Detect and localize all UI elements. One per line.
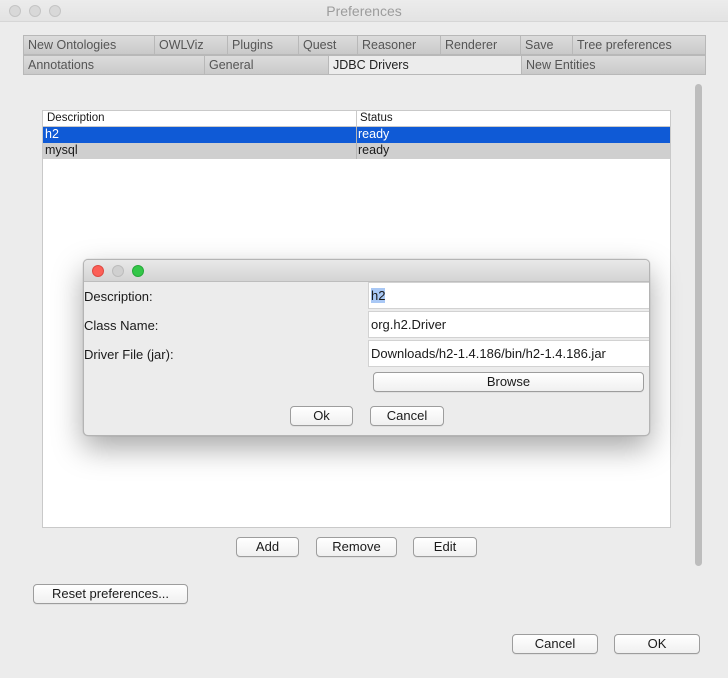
dialog-ok-button[interactable]: Ok <box>290 406 353 426</box>
driver-file-value: Downloads/h2-1.4.186/bin/h2-1.4.186.jar <box>371 346 606 361</box>
reset-preferences-button[interactable]: Reset preferences... <box>33 584 188 604</box>
column-separator <box>356 143 357 159</box>
panel-scrollbar-thumb[interactable] <box>695 84 702 566</box>
ok-button[interactable]: OK <box>614 634 700 654</box>
dialog-close-icon[interactable] <box>92 265 104 277</box>
edit-driver-dialog: Description: h2 Class Name: org.h2.Drive… <box>83 259 650 436</box>
class-name-value: org.h2.Driver <box>371 317 447 332</box>
driver-status-cell: ready <box>358 127 390 141</box>
tab-renderer[interactable]: Renderer <box>440 35 520 55</box>
dialog-minimize-icon[interactable] <box>112 265 124 277</box>
description-value: h2 <box>371 288 386 303</box>
edit-driver-button[interactable]: Edit <box>413 537 477 557</box>
tab-jdbc-drivers[interactable]: JDBC Drivers <box>328 55 521 75</box>
driver-description-cell: h2 <box>45 127 59 141</box>
header-separator <box>356 111 357 127</box>
tab-quest[interactable]: Quest <box>298 35 357 55</box>
window-title: Preferences <box>326 3 402 19</box>
add-driver-button[interactable]: Add <box>236 537 299 557</box>
tab-new-entities[interactable]: New Entities <box>521 55 706 75</box>
table-row[interactable]: mysql ready <box>43 143 670 159</box>
table-header: Description Status <box>43 111 670 127</box>
tab-tree-preferences[interactable]: Tree preferences <box>572 35 706 55</box>
dialog-cancel-button[interactable]: Cancel <box>370 406 444 426</box>
dialog-zoom-icon[interactable] <box>132 265 144 277</box>
description-field[interactable]: h2 <box>368 282 649 309</box>
column-header-description[interactable]: Description <box>47 112 105 124</box>
driver-status-cell: ready <box>358 143 390 157</box>
class-name-label: Class Name: <box>84 318 159 333</box>
panel-scrollbar[interactable] <box>693 80 704 574</box>
tab-reasoner[interactable]: Reasoner <box>357 35 440 55</box>
column-separator <box>356 127 357 143</box>
remove-driver-button[interactable]: Remove <box>316 537 397 557</box>
tab-row-1: New Ontologies OWLViz Plugins Quest Reas… <box>23 35 706 55</box>
dialog-titlebar <box>84 260 649 282</box>
tab-owlviz[interactable]: OWLViz <box>154 35 227 55</box>
tab-row-2: Annotations General JDBC Drivers New Ent… <box>23 55 706 75</box>
driver-file-label: Driver File (jar): <box>84 347 174 362</box>
browse-button[interactable]: Browse <box>373 372 644 392</box>
tab-general[interactable]: General <box>204 55 328 75</box>
tab-annotations[interactable]: Annotations <box>23 55 204 75</box>
tab-plugins[interactable]: Plugins <box>227 35 298 55</box>
tab-save[interactable]: Save <box>520 35 572 55</box>
tab-new-ontologies[interactable]: New Ontologies <box>23 35 154 55</box>
cancel-button[interactable]: Cancel <box>512 634 598 654</box>
window-titlebar: Preferences <box>0 0 728 22</box>
class-name-field[interactable]: org.h2.Driver <box>368 311 649 338</box>
column-header-status[interactable]: Status <box>360 112 393 124</box>
table-row[interactable]: h2 ready <box>43 127 670 143</box>
description-label: Description: <box>84 289 153 304</box>
driver-file-field[interactable]: Downloads/h2-1.4.186/bin/h2-1.4.186.jar <box>368 340 649 367</box>
driver-description-cell: mysql <box>45 143 78 157</box>
